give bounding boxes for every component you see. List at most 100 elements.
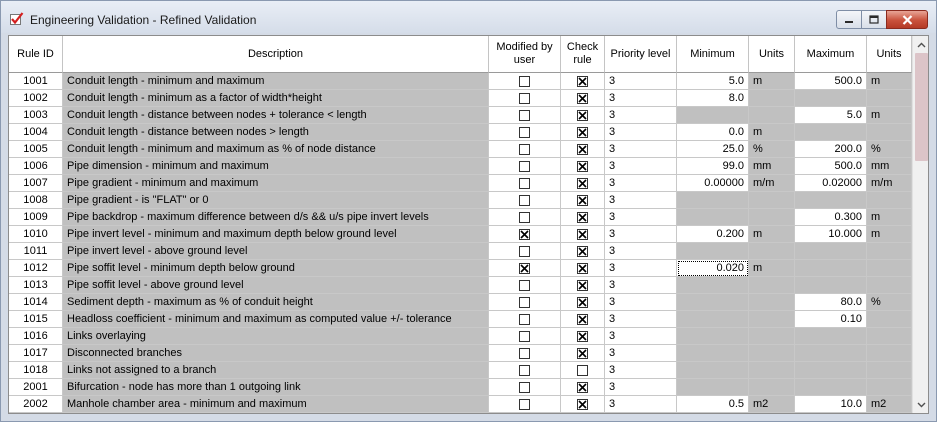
header-units-min[interactable]: Units bbox=[749, 36, 795, 73]
checkbox-checked[interactable] bbox=[577, 382, 588, 393]
minimum-cell[interactable]: 0.020 bbox=[677, 260, 749, 277]
checkbox-checked[interactable] bbox=[577, 297, 588, 308]
maximize-button[interactable] bbox=[861, 10, 887, 29]
table-row[interactable]: 1002 Conduit length - minimum as a factor… bbox=[9, 90, 912, 107]
checkbox-checked[interactable] bbox=[577, 76, 588, 87]
priority-level-cell[interactable]: 3 bbox=[605, 158, 677, 175]
priority-level-cell[interactable]: 3 bbox=[605, 73, 677, 90]
checkbox-checked[interactable] bbox=[519, 229, 530, 240]
minimum-cell[interactable]: 25.0 bbox=[677, 141, 749, 158]
header-modified-by-user[interactable]: Modified by user bbox=[489, 36, 561, 73]
table-row[interactable]: 1003 Conduit length - distance between no… bbox=[9, 107, 912, 124]
priority-level-cell[interactable]: 3 bbox=[605, 226, 677, 243]
priority-level-cell[interactable]: 3 bbox=[605, 175, 677, 192]
checkbox-checked[interactable] bbox=[577, 144, 588, 155]
checkbox-unchecked[interactable] bbox=[519, 314, 530, 325]
maximum-cell[interactable]: 500.0 bbox=[795, 73, 867, 90]
table-row[interactable]: 1006 Pipe dimension - minimum and maximum… bbox=[9, 158, 912, 175]
priority-level-cell[interactable]: 3 bbox=[605, 345, 677, 362]
maximum-cell[interactable]: 10.0 bbox=[795, 396, 867, 413]
header-check-rule[interactable]: Check rule bbox=[561, 36, 605, 73]
table-row[interactable]: 1014 Sediment depth - maximum as % of con… bbox=[9, 294, 912, 311]
table-row[interactable]: 1011 Pipe invert level - above ground lev… bbox=[9, 243, 912, 260]
checkbox-unchecked[interactable] bbox=[519, 76, 530, 87]
minimum-cell[interactable]: 5.0 bbox=[677, 73, 749, 90]
priority-level-cell[interactable]: 3 bbox=[605, 243, 677, 260]
vertical-scrollbar[interactable] bbox=[912, 36, 928, 413]
checkbox-checked[interactable] bbox=[577, 331, 588, 342]
checkbox-checked[interactable] bbox=[577, 178, 588, 189]
checkbox-unchecked[interactable] bbox=[519, 399, 530, 410]
scroll-thumb[interactable] bbox=[915, 53, 928, 161]
maximum-cell[interactable]: 500.0 bbox=[795, 158, 867, 175]
checkbox-checked[interactable] bbox=[577, 93, 588, 104]
checkbox-checked[interactable] bbox=[577, 263, 588, 274]
checkbox-checked[interactable] bbox=[577, 161, 588, 172]
title-bar[interactable]: Engineering Validation - Refined Validat… bbox=[1, 1, 936, 33]
checkbox-unchecked[interactable] bbox=[519, 280, 530, 291]
checkbox-unchecked[interactable] bbox=[519, 212, 530, 223]
checkbox-unchecked[interactable] bbox=[519, 93, 530, 104]
checkbox-unchecked[interactable] bbox=[519, 365, 530, 376]
minimum-cell[interactable]: 0.5 bbox=[677, 396, 749, 413]
table-row[interactable]: 1017 Disconnected branches 3 bbox=[9, 345, 912, 362]
minimum-cell[interactable]: 0.200 bbox=[677, 226, 749, 243]
checkbox-checked[interactable] bbox=[519, 263, 530, 274]
priority-level-cell[interactable]: 3 bbox=[605, 90, 677, 107]
priority-level-cell[interactable]: 3 bbox=[605, 192, 677, 209]
table-row[interactable]: 2001 Bifurcation - node has more than 1 o… bbox=[9, 379, 912, 396]
maximum-cell[interactable]: 0.300 bbox=[795, 209, 867, 226]
checkbox-checked[interactable] bbox=[577, 212, 588, 223]
checkbox-unchecked[interactable] bbox=[519, 382, 530, 393]
checkbox-unchecked[interactable] bbox=[519, 127, 530, 138]
checkbox-checked[interactable] bbox=[577, 280, 588, 291]
table-row[interactable]: 1015 Headloss coefficient - minimum and m… bbox=[9, 311, 912, 328]
table-row[interactable]: 1013 Pipe soffit level - above ground lev… bbox=[9, 277, 912, 294]
checkbox-unchecked[interactable] bbox=[519, 331, 530, 342]
table-row[interactable]: 1007 Pipe gradient - minimum and maximum 3… bbox=[9, 175, 912, 192]
maximum-cell[interactable]: 5.0 bbox=[795, 107, 867, 124]
minimum-cell[interactable]: 0.0 bbox=[677, 124, 749, 141]
close-button[interactable] bbox=[886, 10, 928, 29]
checkbox-unchecked[interactable] bbox=[577, 365, 588, 376]
priority-level-cell[interactable]: 3 bbox=[605, 362, 677, 379]
checkbox-checked[interactable] bbox=[577, 110, 588, 121]
checkbox-unchecked[interactable] bbox=[519, 297, 530, 308]
table-row[interactable]: 1010 Pipe invert level - minimum and maxi… bbox=[9, 226, 912, 243]
header-rule-id[interactable]: Rule ID bbox=[9, 36, 63, 73]
checkbox-checked[interactable] bbox=[577, 399, 588, 410]
checkbox-unchecked[interactable] bbox=[519, 178, 530, 189]
maximum-cell[interactable]: 0.10 bbox=[795, 311, 867, 328]
maximum-cell[interactable]: 80.0 bbox=[795, 294, 867, 311]
table-row[interactable]: 1004 Conduit length - distance between no… bbox=[9, 124, 912, 141]
priority-level-cell[interactable]: 3 bbox=[605, 294, 677, 311]
header-units-max[interactable]: Units bbox=[867, 36, 912, 73]
checkbox-checked[interactable] bbox=[577, 229, 588, 240]
checkbox-unchecked[interactable] bbox=[519, 161, 530, 172]
priority-level-cell[interactable]: 3 bbox=[605, 277, 677, 294]
scroll-down-button[interactable] bbox=[913, 396, 928, 413]
checkbox-unchecked[interactable] bbox=[519, 144, 530, 155]
maximum-cell[interactable]: 0.02000 bbox=[795, 175, 867, 192]
priority-level-cell[interactable]: 3 bbox=[605, 379, 677, 396]
table-row[interactable]: 1001 Conduit length - minimum and maximum… bbox=[9, 73, 912, 90]
table-row[interactable]: 1005 Conduit length - minimum and maximum… bbox=[9, 141, 912, 158]
checkbox-checked[interactable] bbox=[577, 314, 588, 325]
header-priority-level[interactable]: Priority level bbox=[605, 36, 677, 73]
priority-level-cell[interactable]: 3 bbox=[605, 311, 677, 328]
minimum-cell[interactable]: 8.0 bbox=[677, 90, 749, 107]
table-row[interactable]: 1012 Pipe soffit level - minimum depth be… bbox=[9, 260, 912, 277]
checkbox-unchecked[interactable] bbox=[519, 110, 530, 121]
checkbox-checked[interactable] bbox=[577, 127, 588, 138]
header-maximum[interactable]: Maximum bbox=[795, 36, 867, 73]
priority-level-cell[interactable]: 3 bbox=[605, 260, 677, 277]
header-minimum[interactable]: Minimum bbox=[677, 36, 749, 73]
priority-level-cell[interactable]: 3 bbox=[605, 328, 677, 345]
priority-level-cell[interactable]: 3 bbox=[605, 209, 677, 226]
table-row[interactable]: 1009 Pipe backdrop - maximum difference b… bbox=[9, 209, 912, 226]
minimize-button[interactable] bbox=[836, 10, 862, 29]
table-row[interactable]: 2002 Manhole chamber area - minimum and m… bbox=[9, 396, 912, 413]
priority-level-cell[interactable]: 3 bbox=[605, 396, 677, 413]
checkbox-unchecked[interactable] bbox=[519, 195, 530, 206]
maximum-cell[interactable]: 200.0 bbox=[795, 141, 867, 158]
